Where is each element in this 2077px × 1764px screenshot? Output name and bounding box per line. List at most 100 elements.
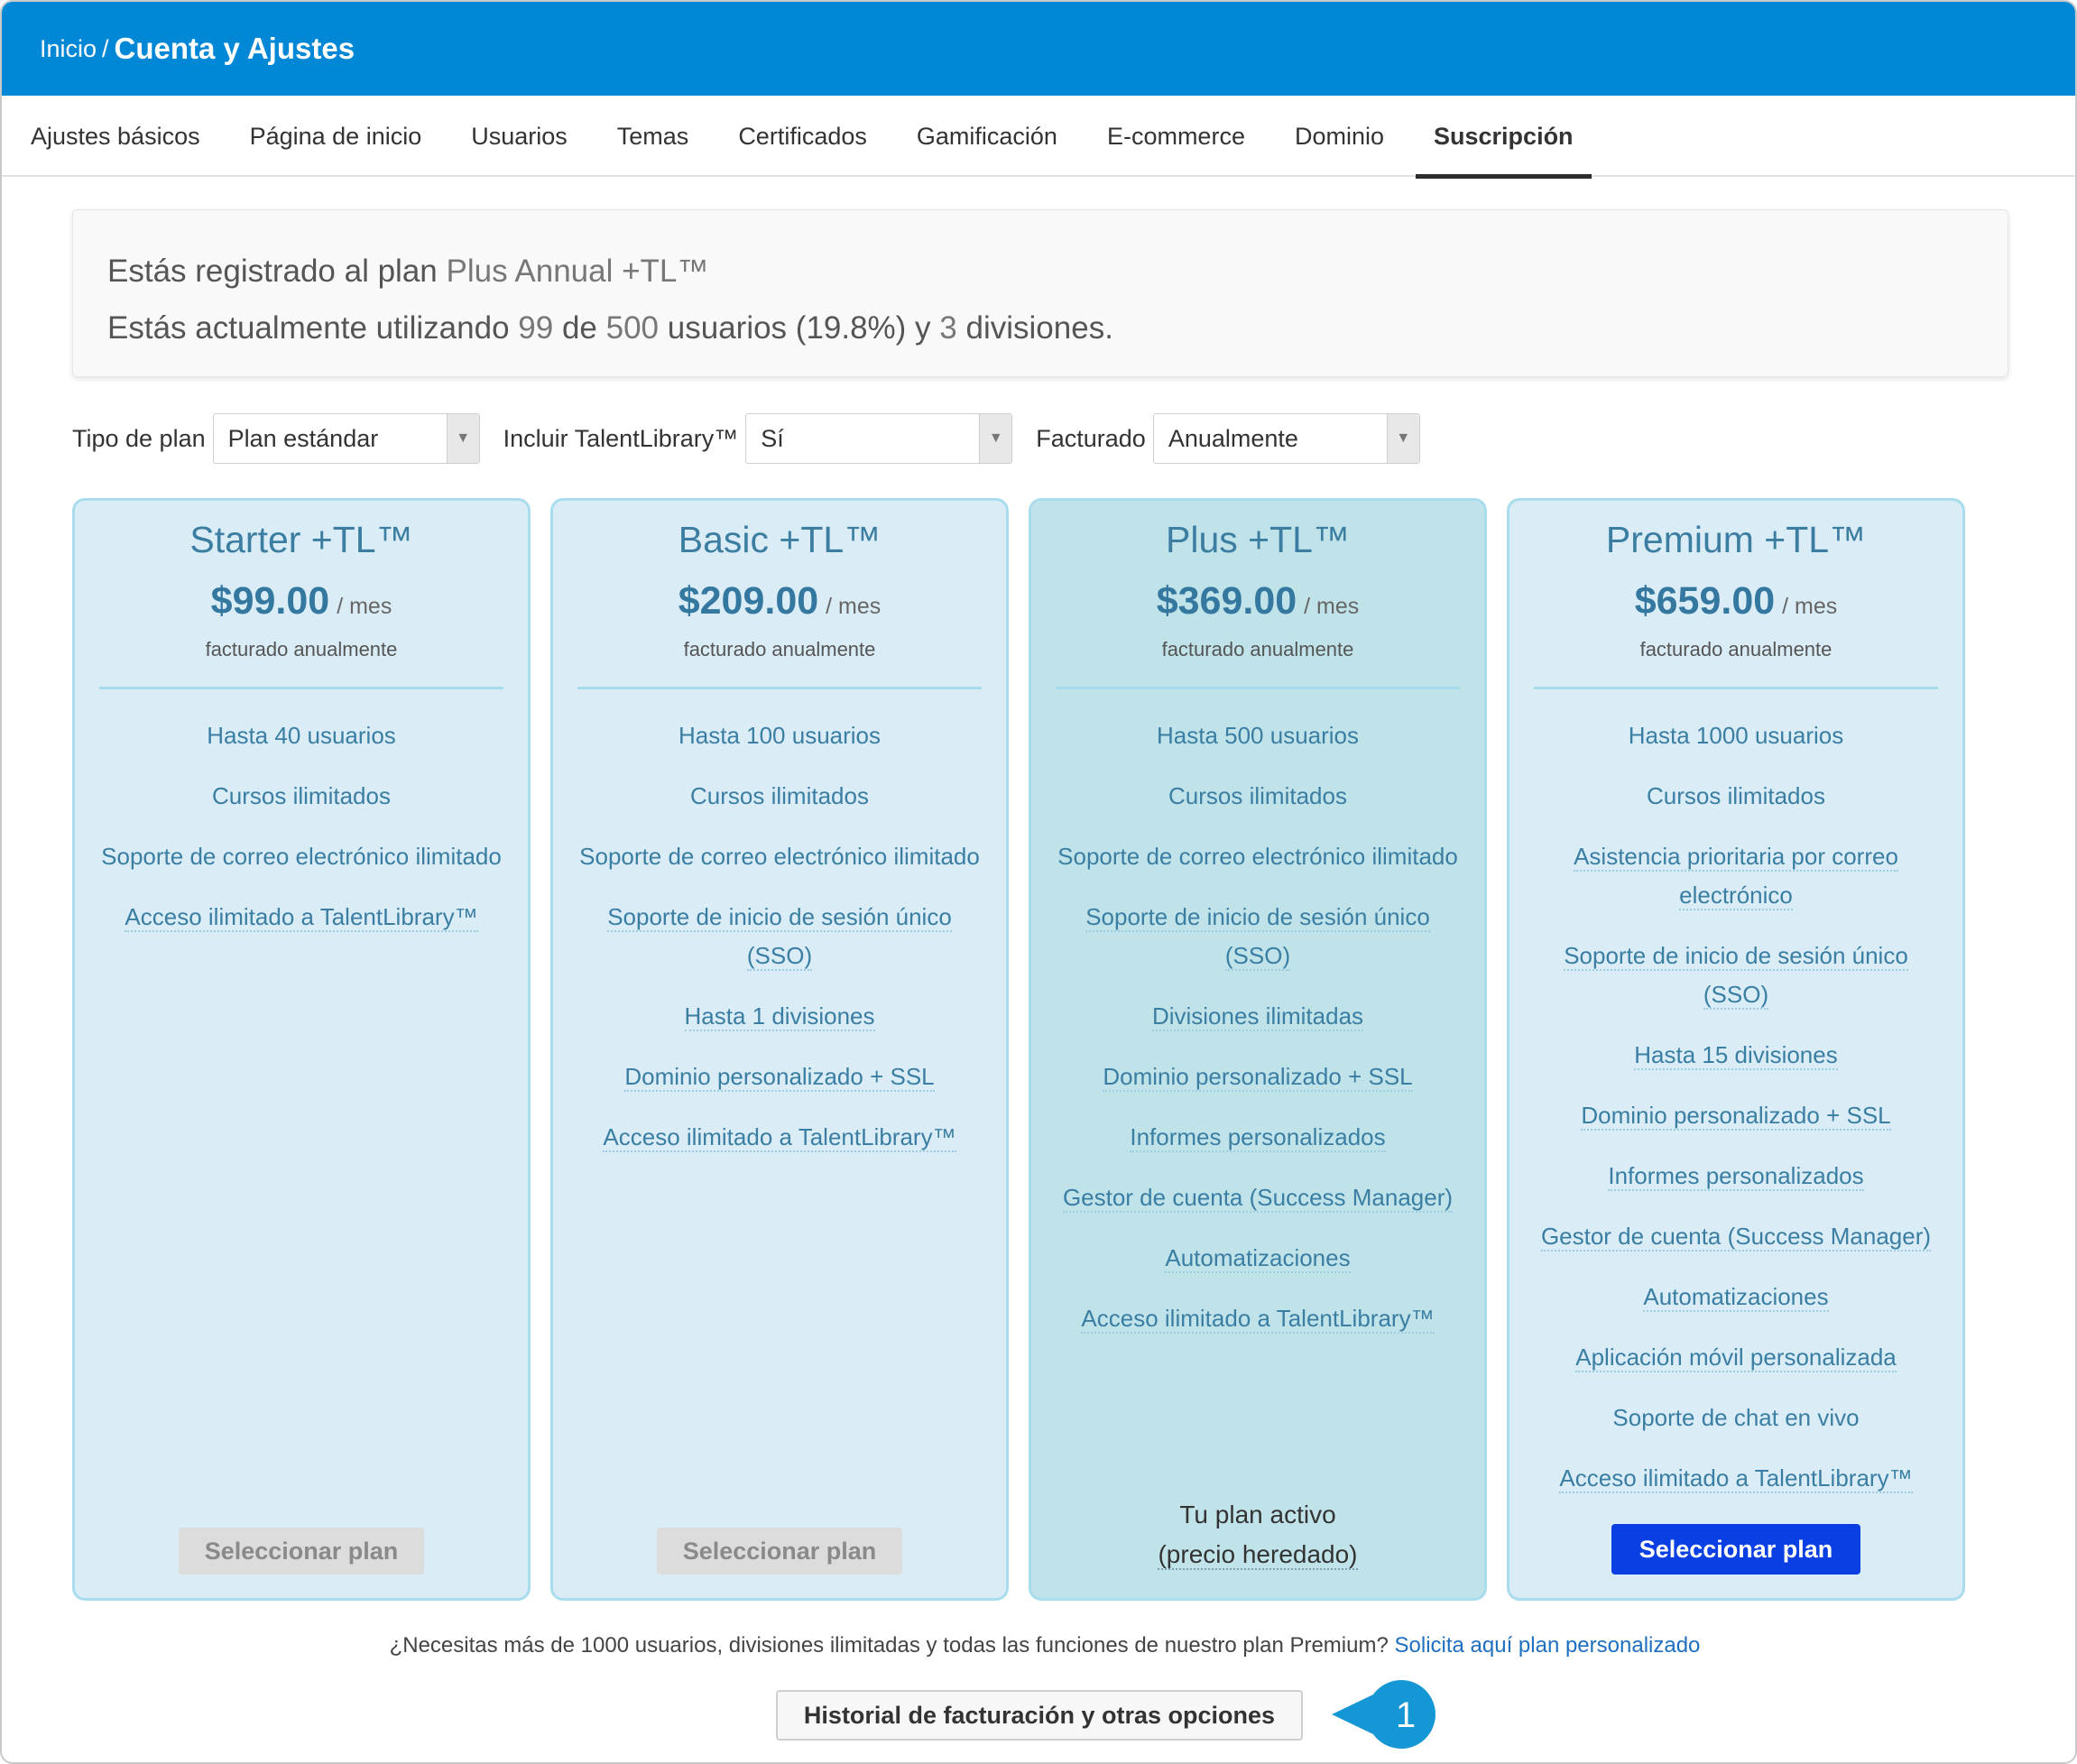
plan-name: Premium +TL™ bbox=[1605, 519, 1867, 560]
plan-feature: Cursos ilimitados bbox=[1647, 782, 1825, 809]
plan-card-basic: Basic +TL™ $209.00 / mes facturado anualm… bbox=[550, 498, 1009, 1601]
chevron-down-icon: ▼ bbox=[446, 414, 479, 463]
usage-prefix: Estás actualmente utilizando bbox=[107, 310, 510, 346]
plan-feature: Cursos ilimitados bbox=[690, 782, 869, 809]
usage-de: de bbox=[561, 310, 597, 346]
billing-label: Facturado bbox=[1036, 424, 1146, 452]
current-plan-line: Estás registrado al plan Plus Annual +TL… bbox=[107, 243, 1973, 300]
select-plan-button[interactable]: Seleccionar plan bbox=[1611, 1524, 1860, 1575]
plan-price-row: $659.00/ mes bbox=[1509, 579, 1962, 623]
usage-suffix: divisiones. bbox=[965, 310, 1113, 346]
plan-feature-tooltip[interactable]: Automatizaciones bbox=[1531, 1278, 1941, 1316]
plan-price-row: $209.00 / mes bbox=[553, 579, 1006, 623]
plan-feature-tooltip[interactable]: Dominio personalizado + SSL bbox=[575, 1057, 984, 1096]
plan-feature: Soporte de correo electrónico ilimitado bbox=[1057, 843, 1458, 870]
active-plan-label: Tu plan activo bbox=[1179, 1501, 1336, 1528]
plan-feature-tooltip[interactable]: Divisiones ilimitadas bbox=[1053, 997, 1463, 1036]
tab-subscription[interactable]: Suscripción bbox=[1416, 96, 1592, 179]
tab-basic-settings[interactable]: Ajustes básicos bbox=[13, 96, 218, 177]
settings-tabs: Ajustes básicos Página de inicio Usuario… bbox=[2, 96, 2075, 179]
plan-price: $209.00 bbox=[678, 579, 819, 623]
plan-price: $99.00 bbox=[210, 579, 330, 623]
page-title: Cuenta y Ajustes bbox=[114, 32, 355, 65]
tab-domain[interactable]: Dominio bbox=[1277, 96, 1402, 177]
billing-select[interactable]: Anualmente ▼ bbox=[1152, 413, 1420, 464]
plan-feature-tooltip[interactable]: Acceso ilimitado a TalentLibrary™ bbox=[1053, 1299, 1463, 1338]
plan-period: / mes bbox=[337, 594, 392, 619]
plan-feature: Hasta 1000 usuarios bbox=[1628, 722, 1844, 749]
plan-type-select[interactable]: Plan estándar ▼ bbox=[212, 413, 480, 464]
plan-feature-tooltip[interactable]: Dominio personalizado + SSL bbox=[1531, 1096, 1941, 1135]
plans-grid: Starter +TL™ $99.00 / mes facturado anual… bbox=[72, 498, 1965, 1601]
select-plan-button[interactable]: Seleccionar plan bbox=[657, 1528, 902, 1575]
tab-gamification[interactable]: Gamificación bbox=[899, 96, 1075, 177]
plan-feature: Soporte de chat en vivo bbox=[1612, 1404, 1860, 1431]
plan-card-plus: Plus +TL™ $369.00 / mes facturado anualme… bbox=[1029, 498, 1487, 1601]
plan-price: $369.00 bbox=[1156, 579, 1297, 623]
plan-feature-tooltip[interactable]: Gestor de cuenta (Success Manager) bbox=[1531, 1217, 1941, 1256]
plan-feature-tooltip[interactable]: Gestor de cuenta (Success Manager) bbox=[1053, 1178, 1463, 1217]
header-bar: Inicio / Cuenta y Ajustes bbox=[2, 2, 2075, 96]
tab-themes[interactable]: Temas bbox=[599, 96, 707, 177]
plan-feature-tooltip[interactable]: Automatizaciones bbox=[1053, 1239, 1463, 1278]
breadcrumb-home-link[interactable]: Inicio bbox=[40, 35, 97, 63]
current-plan-prefix: Estás registrado al plan bbox=[107, 254, 438, 289]
billing-value: Anualmente bbox=[1168, 424, 1298, 452]
plan-type-value: Plan estándar bbox=[227, 424, 379, 452]
custom-plan-link[interactable]: Solicita aquí plan personalizado bbox=[1395, 1633, 1701, 1658]
chevron-down-icon: ▼ bbox=[979, 414, 1012, 463]
plan-billing-note: facturado anualmente bbox=[1639, 638, 1832, 660]
plan-feature-tooltip[interactable]: Acceso ilimitado a TalentLibrary™ bbox=[575, 1118, 984, 1157]
tab-ecommerce[interactable]: E-commerce bbox=[1089, 96, 1263, 177]
plan-feature-tooltip[interactable]: Dominio personalizado + SSL bbox=[1053, 1057, 1463, 1096]
plan-feature: Cursos ilimitados bbox=[212, 782, 391, 809]
select-plan-button[interactable]: Seleccionar plan bbox=[179, 1528, 424, 1575]
plan-divider bbox=[99, 687, 503, 689]
plan-feature: Hasta 40 usuarios bbox=[207, 722, 396, 749]
callout-number: 1 bbox=[1396, 1695, 1416, 1735]
plan-divider bbox=[1056, 687, 1460, 689]
plan-feature-tooltip[interactable]: Acceso ilimitado a TalentLibrary™ bbox=[1531, 1459, 1941, 1498]
plan-feature-tooltip[interactable]: Soporte de inicio de sesión único (SSO) bbox=[1053, 898, 1463, 975]
plan-feature: Hasta 100 usuarios bbox=[678, 722, 882, 749]
divisions-count: 3 bbox=[939, 310, 957, 346]
plan-name: Starter +TL™ bbox=[189, 519, 413, 560]
plan-feature-tooltip[interactable]: Hasta 1 divisiones bbox=[575, 997, 984, 1036]
plan-price-row: $369.00 / mes bbox=[1031, 579, 1484, 623]
plan-billing-note: facturado anualmente bbox=[1161, 638, 1354, 660]
plan-feature-tooltip[interactable]: Informes personalizados bbox=[1053, 1118, 1463, 1157]
plan-period: / mes bbox=[1782, 594, 1838, 619]
plan-features: Hasta 40 usuarios Cursos ilimitados Sopo… bbox=[75, 716, 528, 937]
custom-plan-note: ¿Necesitas más de 1000 usuarios, divisio… bbox=[2, 1633, 2075, 1658]
plan-feature-tooltip[interactable]: Soporte de inicio de sesión único (SSO) bbox=[575, 898, 984, 975]
plan-price-row: $99.00 / mes bbox=[75, 579, 528, 623]
plan-feature: Cursos ilimitados bbox=[1168, 782, 1347, 809]
plan-footer: Seleccionar plan bbox=[553, 1528, 1006, 1575]
callout-pointer-shape bbox=[1332, 1680, 1435, 1749]
plan-card-premium: Premium +TL™ $659.00/ mes facturado anua… bbox=[1507, 498, 1965, 1601]
plan-features: Hasta 1000 usuarios Cursos ilimitados As… bbox=[1509, 716, 1962, 1498]
tab-certificates[interactable]: Certificados bbox=[720, 96, 885, 177]
talentlibrary-value: Sí bbox=[761, 424, 784, 452]
talentlibrary-select[interactable]: Sí ▼ bbox=[745, 413, 1013, 464]
plan-feature-tooltip[interactable]: Acceso ilimitado a TalentLibrary™ bbox=[97, 898, 506, 937]
usage-middle: usuarios (19.8%) y bbox=[667, 310, 931, 346]
usage-line: Estás actualmente utilizando 99 de 500 u… bbox=[107, 300, 1973, 356]
tab-users[interactable]: Usuarios bbox=[453, 96, 586, 177]
plan-features: Hasta 100 usuarios Cursos ilimitados Sop… bbox=[553, 716, 1006, 1157]
plan-feature: Soporte de correo electrónico ilimitado bbox=[101, 843, 502, 870]
plan-feature: Soporte de correo electrónico ilimitado bbox=[579, 843, 980, 870]
tab-home-page[interactable]: Página de inicio bbox=[232, 96, 440, 177]
plan-divider bbox=[577, 687, 982, 689]
plan-feature-tooltip[interactable]: Soporte de inicio de sesión único (SSO) bbox=[1531, 937, 1941, 1014]
plan-feature: Hasta 500 usuarios bbox=[1156, 722, 1360, 749]
plan-feature-tooltip[interactable]: Hasta 15 divisiones bbox=[1531, 1036, 1941, 1075]
users-total: 500 bbox=[605, 310, 660, 346]
plan-feature-tooltip[interactable]: Aplicación móvil personalizada bbox=[1531, 1338, 1941, 1377]
legacy-price-label[interactable]: (precio heredado) bbox=[1158, 1535, 1358, 1575]
plan-feature-tooltip[interactable]: Asistencia prioritaria por correo electr… bbox=[1531, 837, 1941, 915]
talentlibrary-label: Incluir TalentLibrary™ bbox=[503, 424, 739, 452]
current-plan-name: Plus Annual +TL™ bbox=[446, 254, 709, 289]
billing-history-button[interactable]: Historial de facturación y otras opcione… bbox=[776, 1690, 1303, 1741]
plan-feature-tooltip[interactable]: Informes personalizados bbox=[1531, 1157, 1941, 1196]
